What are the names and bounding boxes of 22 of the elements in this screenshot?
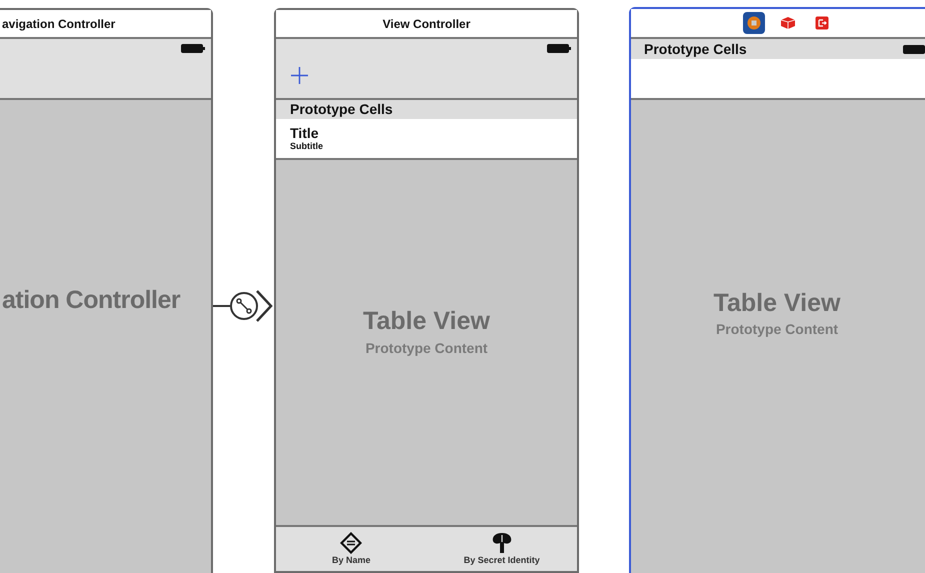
- cell-title: Title: [290, 126, 320, 140]
- tab-bar-item[interactable]: By Name: [276, 527, 426, 571]
- battery-icon: [903, 44, 925, 54]
- battery-icon: [547, 44, 571, 53]
- table-view-label: Table View: [363, 306, 490, 338]
- cell-subtitle: Subtitle: [290, 142, 324, 151]
- table-cell[interactable]: [631, 59, 925, 100]
- table-cell[interactable]: Title Subtitle: [276, 119, 577, 160]
- table-view-sublabel: Prototype Content: [365, 338, 488, 358]
- diamond-icon: [340, 532, 362, 554]
- placeholder-label: ation Controller: [2, 285, 180, 316]
- tree-icon: [490, 532, 513, 554]
- scene-title: avigation Controller: [2, 16, 116, 32]
- segue-arrow-drawing[interactable]: [213, 288, 274, 324]
- battery-icon: [181, 44, 205, 53]
- section-title: Prototype Cells: [644, 40, 747, 59]
- tab-bar-item[interactable]: By Secret Identity: [426, 527, 577, 571]
- section-title: Prototype Cells: [290, 100, 393, 119]
- add-icon[interactable]: [291, 67, 308, 84]
- table-view-label: Table View: [714, 288, 840, 319]
- table-view-sublabel: Prototype Content: [716, 320, 838, 340]
- scene-title: View Controller: [382, 16, 470, 32]
